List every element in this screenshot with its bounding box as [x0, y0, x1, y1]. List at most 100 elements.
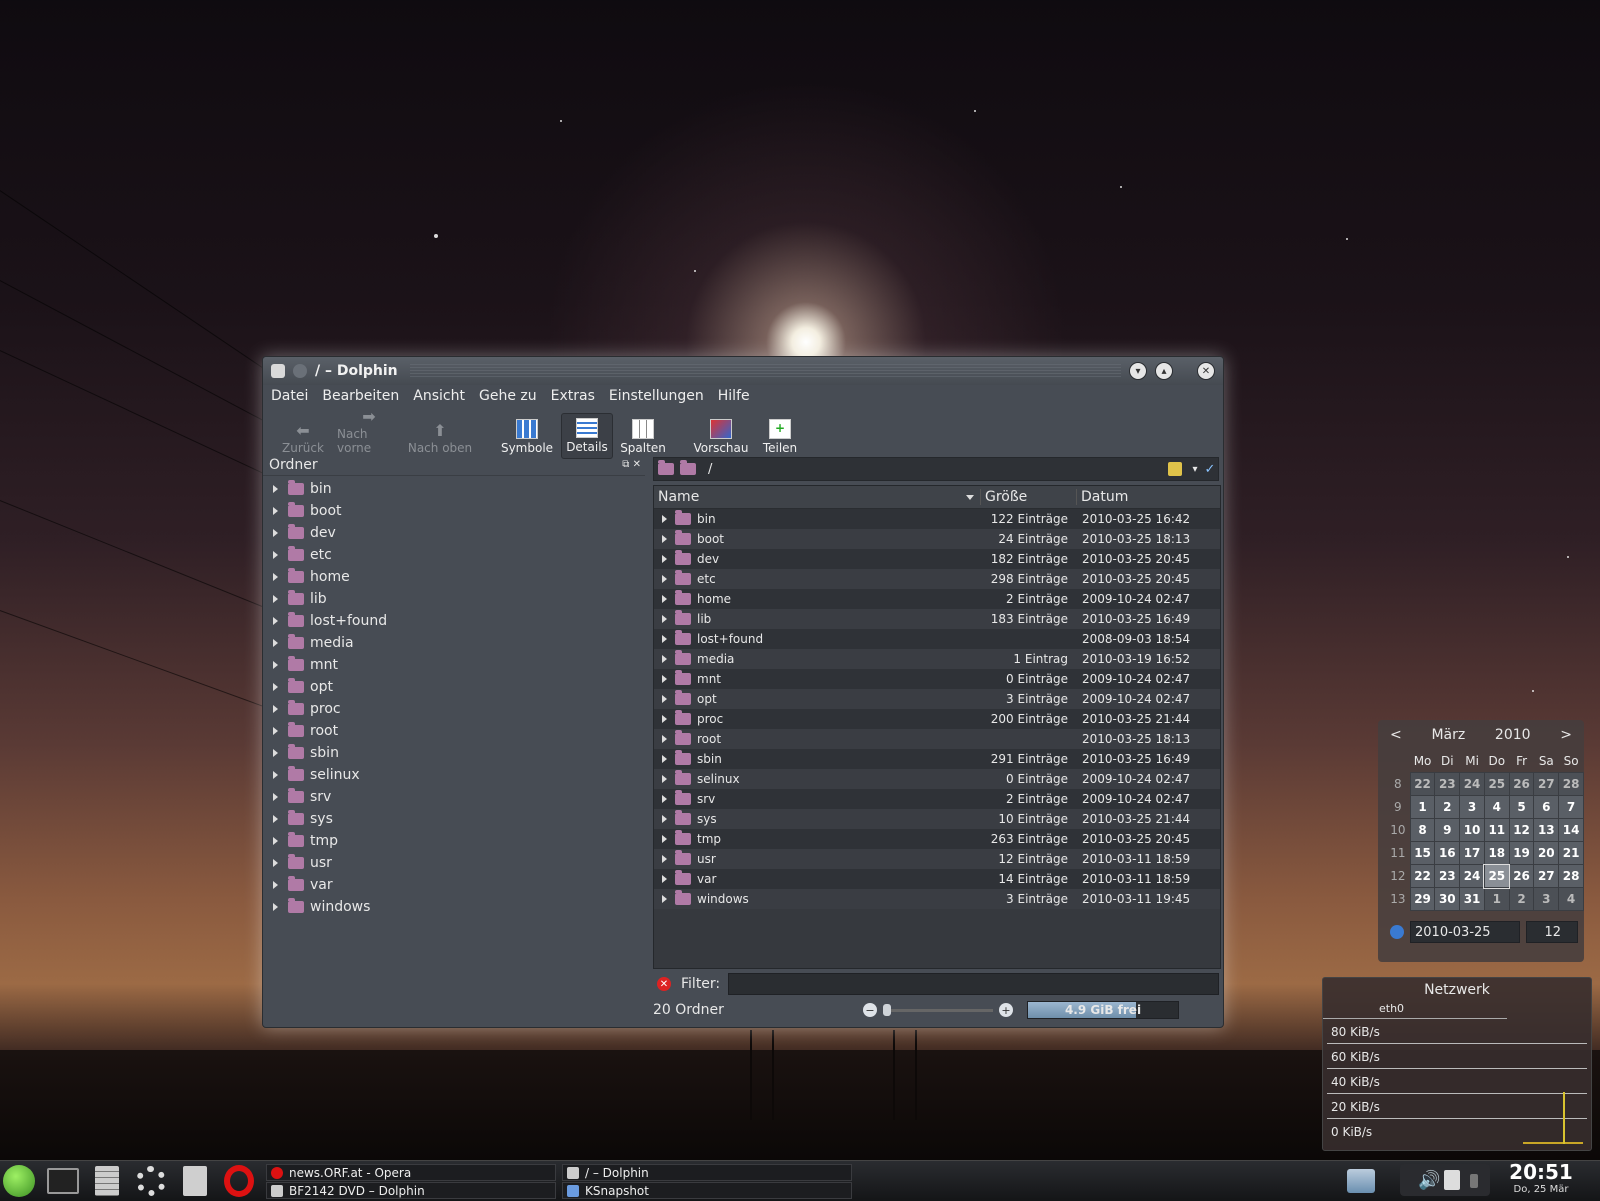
expand-arrow-icon[interactable] — [662, 795, 667, 803]
tree-item[interactable]: sys — [263, 808, 645, 830]
calendar-day[interactable]: 21 — [1558, 841, 1584, 865]
tree-item[interactable]: dev — [263, 522, 645, 544]
task-ksnapshot[interactable]: KSnapshot — [562, 1182, 852, 1199]
expand-arrow-icon[interactable] — [273, 529, 278, 537]
expand-arrow-icon[interactable] — [273, 749, 278, 757]
menu-ansicht[interactable]: Ansicht — [413, 388, 465, 404]
filter-input[interactable] — [728, 973, 1219, 995]
expand-arrow-icon[interactable] — [273, 485, 278, 493]
task-dolphin-dvd[interactable]: BF2142 DVD – Dolphin — [266, 1182, 556, 1199]
zoom-out-icon[interactable]: − — [863, 1003, 877, 1017]
menu-bearbeiten[interactable]: Bearbeiten — [322, 388, 399, 404]
calendar-day[interactable]: 1 — [1409, 795, 1436, 819]
window-menu-icon[interactable] — [271, 364, 285, 378]
calendar-day[interactable]: 28 — [1558, 864, 1584, 888]
table-row[interactable]: root 2010-03-25 18:13 — [654, 729, 1220, 749]
today-icon[interactable] — [1390, 925, 1404, 939]
column-header-size[interactable]: Größe — [980, 489, 1076, 505]
opera-launcher[interactable] — [222, 1164, 256, 1198]
tree-item[interactable]: proc — [263, 698, 645, 720]
expand-arrow-icon[interactable] — [662, 875, 667, 883]
tree-item[interactable]: windows — [263, 896, 645, 918]
menu-extras[interactable]: Extras — [551, 388, 595, 404]
calendar-day[interactable]: 23 — [1434, 864, 1461, 888]
table-row[interactable]: dev 182 Einträge 2010-03-25 20:45 — [654, 549, 1220, 569]
calendar-day[interactable]: 17 — [1459, 841, 1485, 865]
calendar-day[interactable]: 25 — [1483, 863, 1511, 889]
table-row[interactable]: srv 2 Einträge 2009-10-24 02:47 — [654, 789, 1220, 809]
tree-item[interactable]: tmp — [263, 830, 645, 852]
week-number[interactable]: 13 — [1386, 888, 1410, 911]
week-number[interactable]: 9 — [1386, 796, 1410, 819]
expand-arrow-icon[interactable] — [273, 815, 278, 823]
calendar-day[interactable]: 14 — [1558, 818, 1584, 842]
maximize-button[interactable]: ▴ — [1155, 362, 1173, 380]
expand-arrow-icon[interactable] — [662, 775, 667, 783]
sticky-icon[interactable] — [293, 364, 307, 378]
expand-arrow-icon[interactable] — [273, 837, 278, 845]
expand-arrow-icon[interactable] — [662, 515, 667, 523]
table-row[interactable]: proc 200 Einträge 2010-03-25 21:44 — [654, 709, 1220, 729]
digital-clock[interactable]: 20:51 Do, 25 Mär — [1500, 1160, 1582, 1195]
task-dolphin-root[interactable]: / – Dolphin — [562, 1164, 852, 1181]
calendar-day[interactable]: 30 — [1434, 887, 1461, 911]
back-button[interactable]: ⬅ Zurück — [271, 413, 335, 459]
panel-float-close-icon[interactable]: ⧉ ✕ — [622, 459, 641, 470]
calendar-day[interactable]: 3 — [1533, 887, 1560, 911]
calendar-day[interactable]: 27 — [1533, 864, 1560, 888]
expand-arrow-icon[interactable] — [273, 507, 278, 515]
calendar-day[interactable]: 25 — [1483, 772, 1510, 796]
power-icon[interactable] — [1470, 1174, 1478, 1188]
calendar-year[interactable]: 2010 — [1495, 727, 1531, 743]
table-row[interactable]: media 1 Eintrag 2010-03-19 16:52 — [654, 649, 1220, 669]
expand-arrow-icon[interactable] — [273, 573, 278, 581]
expand-arrow-icon[interactable] — [273, 661, 278, 669]
expand-arrow-icon[interactable] — [273, 551, 278, 559]
calendar-day[interactable]: 12 — [1508, 818, 1535, 842]
table-row[interactable]: windows 3 Einträge 2010-03-11 19:45 — [654, 889, 1220, 909]
table-row[interactable]: sbin 291 Einträge 2010-03-25 16:49 — [654, 749, 1220, 769]
up-button[interactable]: ⬆ Nach oben — [403, 413, 477, 459]
calendar-day[interactable]: 2 — [1434, 795, 1461, 819]
calendar-day[interactable]: 3 — [1459, 795, 1485, 819]
table-row[interactable]: mnt 0 Einträge 2009-10-24 02:47 — [654, 669, 1220, 689]
tree-item[interactable]: opt — [263, 676, 645, 698]
calendar-day[interactable]: 22 — [1409, 864, 1436, 888]
location-path[interactable]: / — [702, 462, 1168, 477]
menu-datei[interactable]: Datei — [271, 388, 308, 404]
table-row[interactable]: boot 24 Einträge 2010-03-25 18:13 — [654, 529, 1220, 549]
expand-arrow-icon[interactable] — [662, 735, 667, 743]
menu-gehe-zu[interactable]: Gehe zu — [479, 388, 537, 404]
settings-launcher[interactable] — [134, 1164, 168, 1198]
week-spinbox[interactable]: 12 — [1526, 921, 1578, 943]
expand-arrow-icon[interactable] — [273, 595, 278, 603]
calendar-day[interactable]: 31 — [1459, 887, 1485, 911]
calendar-day[interactable]: 23 — [1434, 772, 1461, 796]
expand-arrow-icon[interactable] — [662, 675, 667, 683]
zoom-in-icon[interactable]: + — [999, 1003, 1013, 1017]
tree-item[interactable]: media — [263, 632, 645, 654]
close-filter-icon[interactable]: ✕ — [657, 977, 671, 991]
calendar-day[interactable]: 26 — [1508, 864, 1535, 888]
calculator-launcher[interactable] — [90, 1164, 124, 1198]
expand-arrow-icon[interactable] — [273, 617, 278, 625]
table-row[interactable]: selinux 0 Einträge 2009-10-24 02:47 — [654, 769, 1220, 789]
expand-arrow-icon[interactable] — [273, 683, 278, 691]
tree-item[interactable]: etc — [263, 544, 645, 566]
tree-item[interactable]: boot — [263, 500, 645, 522]
expand-arrow-icon[interactable] — [662, 835, 667, 843]
application-launcher[interactable] — [2, 1164, 36, 1198]
expand-arrow-icon[interactable] — [662, 715, 667, 723]
calendar-day[interactable]: 15 — [1409, 841, 1436, 865]
tree-item[interactable]: srv — [263, 786, 645, 808]
expand-arrow-icon[interactable] — [273, 903, 278, 911]
calendar-day[interactable]: 9 — [1434, 818, 1461, 842]
expand-arrow-icon[interactable] — [662, 615, 667, 623]
calendar-day[interactable]: 18 — [1483, 841, 1510, 865]
expand-arrow-icon[interactable] — [662, 555, 667, 563]
expand-arrow-icon[interactable] — [273, 881, 278, 889]
calendar-day[interactable]: 2 — [1508, 887, 1535, 911]
table-row[interactable]: sys 10 Einträge 2010-03-25 21:44 — [654, 809, 1220, 829]
expand-arrow-icon[interactable] — [662, 855, 667, 863]
expand-arrow-icon[interactable] — [273, 771, 278, 779]
